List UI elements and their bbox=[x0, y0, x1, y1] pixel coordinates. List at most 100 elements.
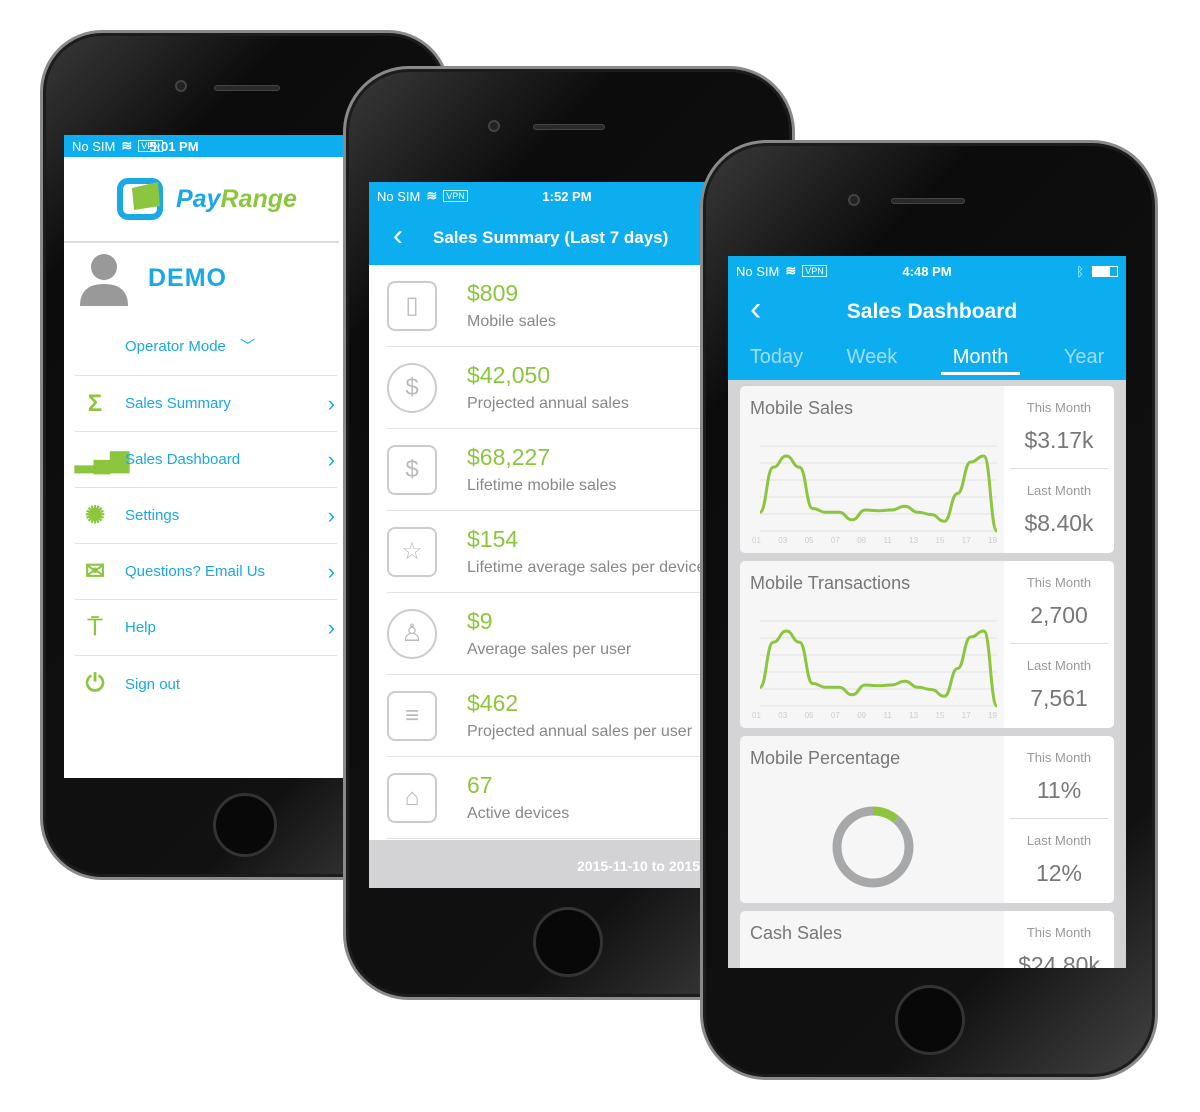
period-tabs: Today Week Month Year bbox=[728, 338, 1126, 380]
chevron-right-icon: › bbox=[327, 446, 335, 472]
menu-item-email-us[interactable]: ✉ Questions? Email Us › bbox=[75, 544, 337, 600]
page-title: Sales Dashboard bbox=[846, 300, 1018, 323]
back-chevron-icon[interactable]: ‹ bbox=[750, 290, 761, 329]
chevron-right-icon: › bbox=[327, 390, 335, 416]
vpn-badge: VPN bbox=[802, 265, 827, 277]
summary-value: $154 bbox=[467, 526, 519, 552]
sparkline-chart bbox=[758, 445, 999, 533]
phone-icon: ▯ bbox=[387, 280, 437, 331]
x-tick-label: 09 bbox=[857, 536, 867, 545]
menu-item-label: Sales Summary bbox=[125, 395, 231, 412]
menu-item-sales-summary[interactable]: Σ Sales Summary › bbox=[75, 376, 337, 432]
summary-value: $809 bbox=[467, 280, 519, 306]
payrange-logo-icon bbox=[117, 178, 164, 220]
this-month-value: 2,700 bbox=[1030, 602, 1088, 628]
summary-value: 67 bbox=[467, 772, 493, 798]
camera bbox=[488, 120, 500, 132]
back-chevron-icon[interactable]: ‹ bbox=[393, 219, 403, 253]
avatar-icon bbox=[80, 254, 128, 306]
chevron-down-icon: ﹀ bbox=[240, 338, 256, 355]
summary-label: Active devices bbox=[467, 805, 570, 822]
bluetooth-icon: ᛒ bbox=[1076, 263, 1084, 279]
menu-item-label: Help bbox=[125, 619, 156, 636]
last-month-label: Last Month bbox=[1026, 833, 1092, 848]
menu-item-label: Sales Dashboard bbox=[125, 451, 241, 468]
wifi-icon: ≋ bbox=[426, 188, 438, 203]
menu-item-sales-dashboard[interactable]: ▂▄▆ Sales Dashboard › bbox=[75, 432, 337, 488]
device-icon: ⌂ bbox=[387, 772, 437, 823]
home-button[interactable] bbox=[213, 793, 277, 857]
x-tick-label: 11 bbox=[883, 711, 892, 720]
summary-label: Average sales per user bbox=[467, 641, 632, 658]
dashboard-card[interactable]: Cash Sales This Month $24.80k bbox=[740, 911, 1114, 968]
tab-month[interactable]: Month bbox=[940, 346, 1021, 375]
speaker bbox=[891, 198, 965, 204]
dashboard-card[interactable]: Mobile Percentage This Month 11% Last Month… bbox=[740, 736, 1114, 903]
dollar-circle-icon: $ bbox=[387, 362, 437, 413]
chevron-right-icon: › bbox=[327, 502, 335, 528]
summary-label: Projected annual sales bbox=[467, 395, 629, 412]
this-month-value: $24.80k bbox=[1018, 952, 1100, 968]
last-month-label: Last Month bbox=[1026, 483, 1092, 498]
card-title: Mobile Transactions bbox=[750, 573, 911, 593]
nav-bar: ‹ Sales Dashboard bbox=[728, 286, 1126, 338]
sigma-icon: Σ bbox=[87, 389, 103, 417]
home-button[interactable] bbox=[533, 907, 603, 977]
tab-week[interactable]: Week bbox=[847, 346, 898, 369]
status-bar: No SIM ≋ VPN 4:48 PM ᛒ bbox=[728, 256, 1126, 286]
summary-label: Lifetime mobile sales bbox=[467, 477, 617, 494]
this-month-label: This Month bbox=[1026, 575, 1092, 590]
summary-value: $9 bbox=[467, 608, 493, 634]
carrier: No SIM bbox=[736, 263, 780, 279]
dashboard-card[interactable]: Mobile Transactions This Month 2,700 Last M… bbox=[740, 561, 1114, 728]
star-icon: ☆ bbox=[387, 526, 437, 577]
card-title: Mobile Sales bbox=[750, 398, 854, 418]
card-stats: This Month $24.80k bbox=[1004, 911, 1114, 968]
calendar-dollar-icon: $ bbox=[387, 444, 437, 495]
this-month-label: This Month bbox=[1026, 750, 1092, 765]
menu-item-help[interactable]: ⍑ Help › bbox=[75, 600, 337, 656]
bar-chart-icon: ▂▄▆ bbox=[75, 446, 129, 473]
menu-item-sign-out[interactable]: ⏻ Sign out bbox=[75, 656, 337, 712]
wifi-icon: ≋ bbox=[121, 138, 133, 153]
x-tick-label: 01 bbox=[752, 536, 761, 545]
this-month-label: This Month bbox=[1026, 400, 1092, 415]
user-profile: DEMO bbox=[64, 243, 339, 313]
x-tick-label: 17 bbox=[961, 711, 971, 720]
logo-text: PayRange bbox=[176, 184, 297, 213]
x-axis: 01 03 05 07 09 11 13 15 17 19 bbox=[752, 711, 997, 720]
this-month-value: 11% bbox=[1036, 777, 1082, 803]
x-tick-label: 03 bbox=[778, 711, 788, 720]
operator-mode-dropdown[interactable]: Operator Mode ﹀ bbox=[125, 335, 255, 356]
home-button[interactable] bbox=[895, 985, 965, 1055]
card-title: Mobile Percentage bbox=[750, 748, 901, 768]
last-month-label: Last Month bbox=[1026, 658, 1092, 673]
menu-item-settings[interactable]: ✺ Settings › bbox=[75, 488, 337, 544]
summary-label: Mobile sales bbox=[467, 313, 556, 330]
carrier: No SIM bbox=[72, 138, 116, 154]
envelope-icon: ✉ bbox=[84, 558, 106, 585]
power-icon: ⏻ bbox=[85, 670, 105, 697]
wifi-icon: ≋ bbox=[785, 263, 797, 278]
menu-item-label: Questions? Email Us bbox=[125, 563, 266, 580]
last-month-value: 7,561 bbox=[1030, 685, 1088, 711]
menu-item-label: Settings bbox=[125, 507, 180, 524]
tab-today[interactable]: Today bbox=[750, 346, 803, 369]
x-tick-label: 13 bbox=[909, 536, 919, 545]
x-tick-label: 15 bbox=[935, 711, 945, 720]
tab-year[interactable]: Year bbox=[1064, 346, 1104, 369]
card-stats: This Month $3.17k Last Month $8.40k bbox=[1004, 386, 1114, 553]
dashboard-card[interactable]: Mobile Sales This Month $3.17k Last Month $8… bbox=[740, 386, 1114, 553]
camera bbox=[175, 80, 187, 92]
x-tick-label: 09 bbox=[857, 711, 867, 720]
sparkline-chart bbox=[758, 620, 999, 708]
summary-label: Projected annual sales per user bbox=[467, 723, 693, 740]
card-stats: This Month 2,700 Last Month 7,561 bbox=[1004, 561, 1114, 728]
camera bbox=[848, 194, 860, 206]
vpn-badge: VPN bbox=[138, 140, 163, 152]
chevron-right-icon: › bbox=[327, 558, 335, 584]
sparkline-series bbox=[758, 629, 999, 708]
page-title: Sales Summary (Last 7 days) bbox=[433, 227, 669, 247]
speaker bbox=[533, 124, 605, 130]
sparkline-series bbox=[758, 454, 999, 533]
